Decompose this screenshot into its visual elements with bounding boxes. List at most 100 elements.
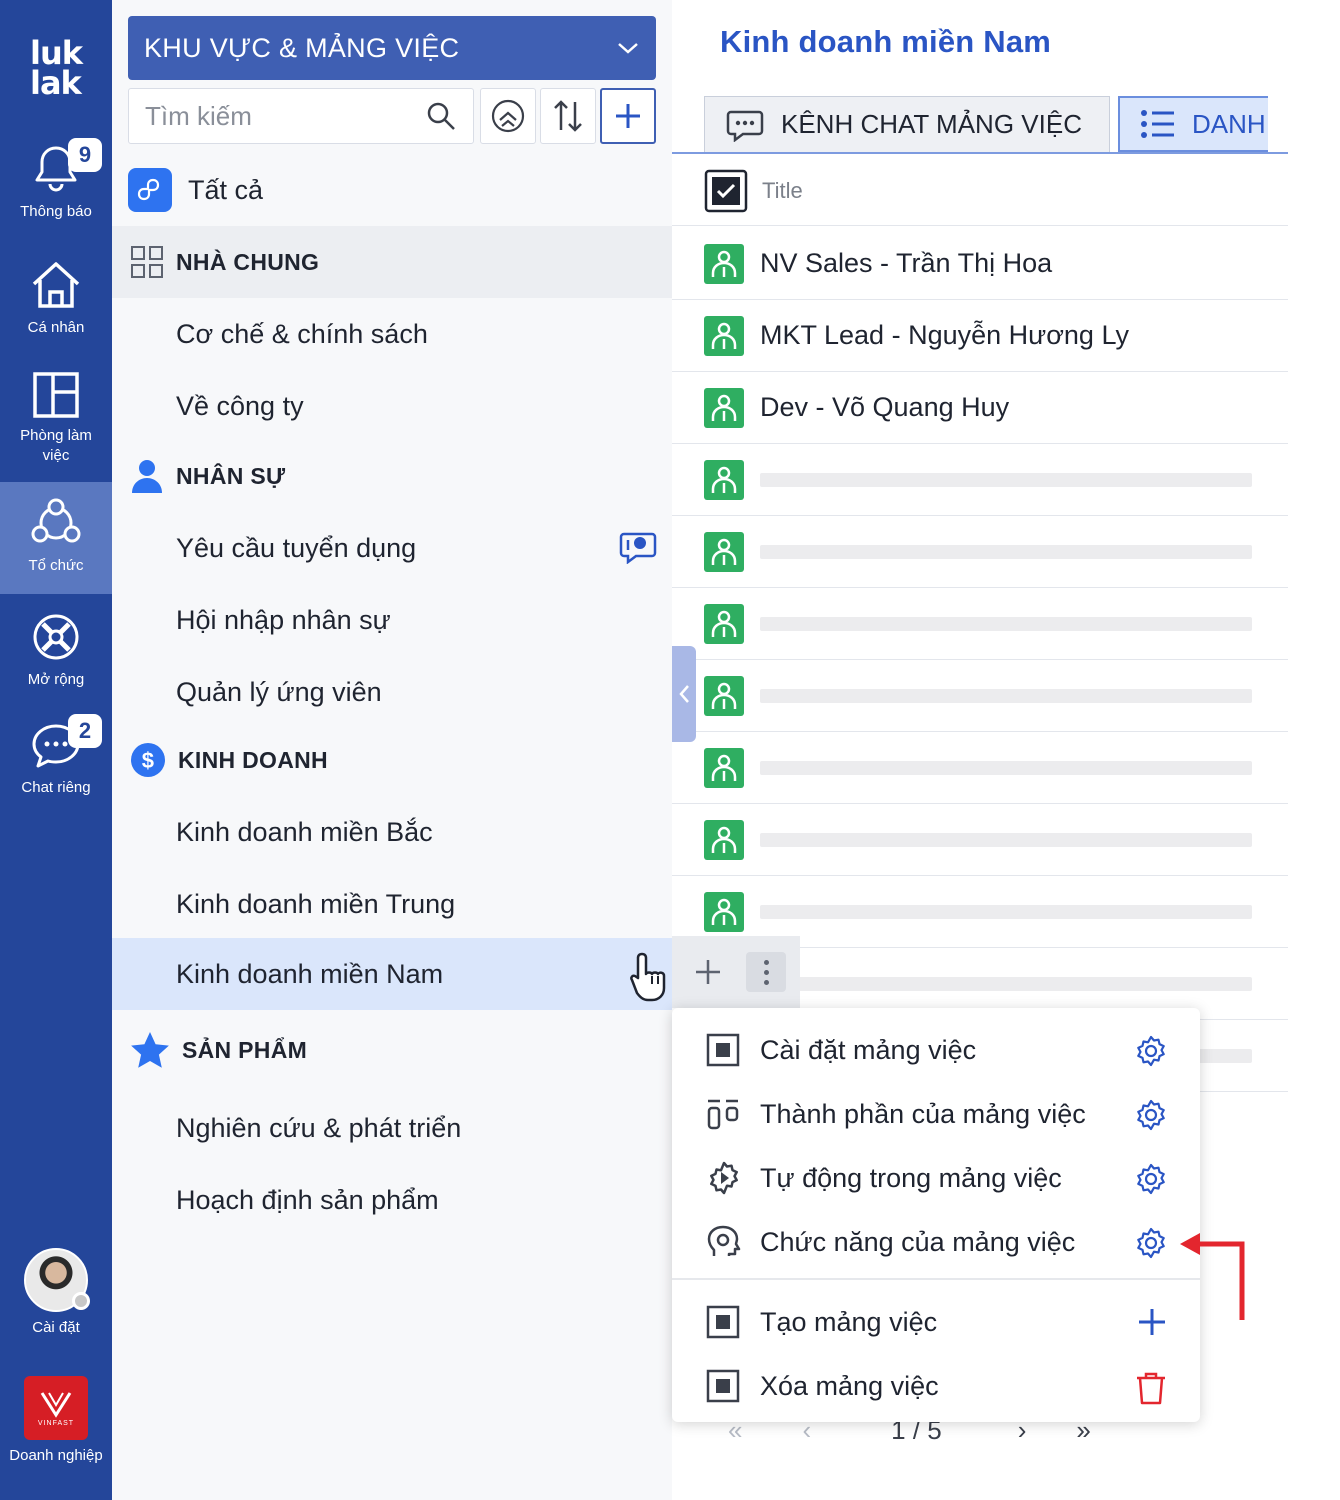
gear-icon[interactable] [1134, 1098, 1168, 1132]
square-icon [706, 1033, 740, 1067]
chat-badge-icon[interactable] [618, 530, 658, 564]
hand-cursor-icon [630, 952, 666, 1002]
select-all-checkbox-icon[interactable] [704, 169, 748, 213]
person-badge-icon [704, 531, 744, 572]
tree-item-all[interactable]: Tất cả [128, 166, 263, 214]
tree-item[interactable]: Cơ chế & chính sách [112, 298, 672, 370]
tree-item[interactable]: Kinh doanh miền Trung [112, 868, 672, 940]
tree-item[interactable]: Hoạch định sản phẩm [112, 1164, 672, 1236]
rail-item-private-chat[interactable]: Chat riêng 2 [0, 714, 112, 798]
rail-item-enterprise[interactable]: VINFAST Doanh nghiệp [0, 1376, 112, 1466]
table-row[interactable] [672, 804, 1288, 876]
group-hr[interactable]: NHÂN SỰ [112, 440, 672, 512]
tab-list[interactable]: DANH [1118, 96, 1268, 152]
person-badge-icon [704, 315, 744, 356]
avatar [24, 1248, 90, 1312]
group-product[interactable]: SẢN PHẨM [112, 1014, 672, 1086]
table-row[interactable]: MKT Lead - Nguyễn Hương Ly [672, 300, 1288, 372]
tree-item-label: Yêu cầu tuyển dụng [176, 532, 417, 563]
plus-icon[interactable] [694, 958, 722, 986]
rail-label-organization: Tổ chức [28, 557, 84, 574]
sort-button[interactable] [540, 88, 596, 144]
tree-item-label: Nghiên cứu & phát triển [176, 1112, 462, 1143]
group-sales[interactable]: $ KINH DOANH [112, 724, 672, 796]
tree-item[interactable]: Hội nhập nhân sự [112, 584, 672, 656]
table-row[interactable] [672, 732, 1288, 804]
logo-line-2: lak [29, 64, 82, 102]
rail-item-personal[interactable]: Cá nhân [0, 258, 112, 338]
search-icon[interactable] [425, 100, 457, 132]
radar-button[interactable] [480, 88, 536, 144]
table-row[interactable]: Dev - Võ Quang Huy [672, 372, 1288, 444]
rail-label-workspace: Phòng làm việc [20, 427, 92, 464]
gear-icon[interactable] [1134, 1226, 1168, 1260]
menu-divider [672, 1278, 1200, 1280]
layout-icon [33, 372, 79, 418]
plus-icon[interactable] [1136, 1306, 1168, 1338]
app: luk lak Thông báo 9 Cá nhân Phòng làm việ… [0, 0, 1340, 1500]
row-title: MKT Lead - Nguyễn Hương Ly [760, 320, 1129, 350]
menu-item-area-automation[interactable]: Tự động trong mảng việc [672, 1146, 1200, 1210]
table-row[interactable] [672, 660, 1288, 732]
group-label: NHÀ CHUNG [176, 248, 320, 275]
group-shared-house[interactable]: NHÀ CHUNG [112, 226, 672, 298]
gear-icon[interactable] [1134, 1034, 1168, 1068]
tree-item[interactable]: Nghiên cứu & phát triển [112, 1092, 672, 1164]
group-label: SẢN PHẨM [182, 1036, 308, 1063]
rail-item-organization[interactable]: Tổ chức [0, 482, 112, 594]
organization-icon [31, 498, 81, 543]
tree-item[interactable]: Về công ty [112, 370, 672, 442]
menu-item-area-components[interactable]: Thành phần của mảng việc [672, 1082, 1200, 1146]
components-icon [707, 1099, 739, 1130]
tree-item[interactable]: Kinh doanh miền Bắc [112, 796, 672, 868]
rail-item-extensions[interactable]: Mở rộng [0, 610, 112, 690]
menu-item-area-functions[interactable]: Chức năng của mảng việc [672, 1210, 1200, 1274]
menu-item-label: Tự động trong mảng việc [760, 1162, 1062, 1193]
menu-item-label: Tạo mảng việc [760, 1306, 938, 1337]
tree-item-label: Hoạch định sản phẩm [176, 1184, 439, 1215]
home-icon [32, 262, 80, 308]
menu-item-create-area[interactable]: Tạo mảng việc [672, 1290, 1200, 1354]
chevron-down-icon [618, 43, 638, 54]
table-row[interactable] [672, 516, 1288, 588]
menu-item-area-settings[interactable]: Cài đặt mảng việc [672, 1018, 1200, 1082]
tree-item-label: Kinh doanh miền Nam [176, 958, 444, 989]
chevron-left-icon [679, 685, 689, 703]
radar-icon [491, 99, 525, 133]
rail-item-settings[interactable]: Cài đặt [0, 1248, 112, 1338]
dollar-icon: $ [131, 743, 165, 777]
add-area-button[interactable] [600, 88, 656, 144]
area-select-dropdown[interactable]: KHU VỰC & MẢNG VIỆC [128, 16, 656, 80]
group-label: NHÂN SỰ [176, 462, 286, 489]
list-icon [1141, 110, 1174, 138]
more-options-button[interactable] [746, 952, 786, 992]
tab-bar: KÊNH CHAT MẢNG VIỆC DANH [704, 96, 1268, 152]
trash-icon[interactable] [1134, 1370, 1168, 1406]
tree-item-selected[interactable]: Kinh doanh miền Nam [112, 938, 672, 1010]
tree-item[interactable]: Yêu cầu tuyển dụng [112, 512, 672, 584]
notification-badge: 9 [68, 138, 102, 172]
svg-text:$: $ [142, 748, 155, 773]
rail-item-notifications[interactable]: Thông báo 9 [0, 138, 112, 222]
person-badge-icon [704, 891, 744, 932]
person-badge-icon [704, 675, 744, 716]
row-placeholder [760, 760, 1252, 775]
enterprise-logo-text: VINFAST [37, 1419, 75, 1427]
table-row[interactable] [672, 444, 1288, 516]
rail-label-personal: Cá nhân [27, 319, 85, 336]
area-select-label: KHU VỰC & MẢNG VIỆC [144, 32, 460, 63]
table-row[interactable]: NV Sales - Trần Thị Hoa [672, 228, 1288, 300]
rail-item-workspace[interactable]: Phòng làm việc [0, 370, 112, 466]
tree-item[interactable]: Quản lý ứng viên [112, 656, 672, 728]
tab-area-chat[interactable]: KÊNH CHAT MẢNG VIỆC [704, 96, 1110, 152]
search-input[interactable] [145, 100, 415, 132]
left-rail: luk lak Thông báo 9 Cá nhân Phòng làm việ… [0, 0, 112, 1500]
enterprise-logo: VINFAST [24, 1376, 88, 1440]
row-placeholder [760, 544, 1252, 559]
gear-icon[interactable] [1134, 1162, 1168, 1196]
status-dot [72, 1292, 90, 1310]
collapse-sidebar-handle[interactable] [672, 646, 696, 742]
table-row[interactable] [672, 588, 1288, 660]
menu-item-delete-area[interactable]: Xóa mảng việc [672, 1354, 1200, 1418]
app-logo[interactable]: luk lak [0, 28, 112, 108]
